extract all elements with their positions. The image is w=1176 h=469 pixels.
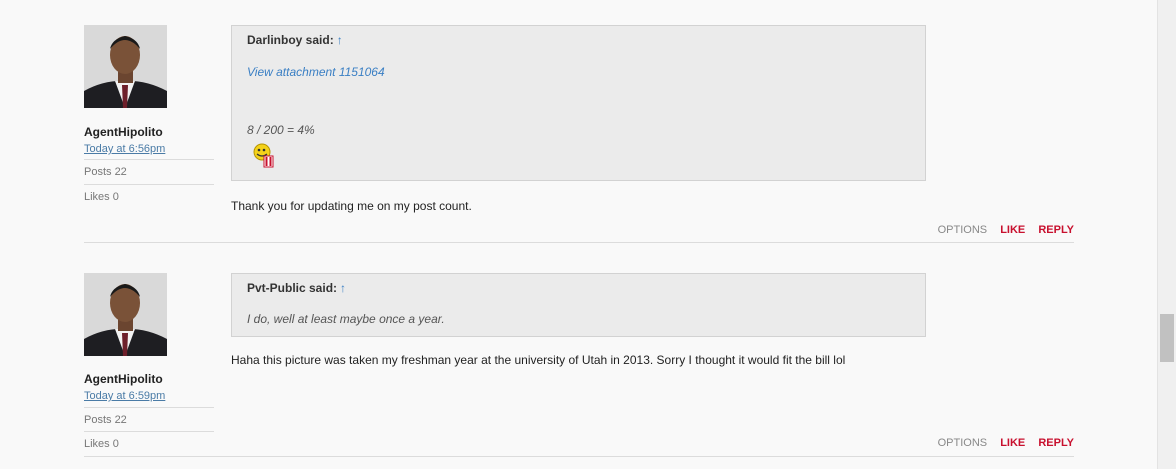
like-button[interactable]: LIKE: [1000, 437, 1025, 449]
popcorn-smiley-icon: [252, 142, 276, 173]
quote-block: Pvt-Public said: ↑ I do, well at least ma…: [231, 273, 926, 337]
post-timestamp[interactable]: Today at 6:59pm: [84, 390, 165, 402]
post-2: AgentHipolito Today at 6:59pm Posts 22 L…: [84, 273, 1074, 463]
quote-text: 8 / 200 = 4%: [247, 123, 315, 137]
vertical-scrollbar[interactable]: [1157, 0, 1176, 469]
jump-to-quote-icon[interactable]: ↑: [340, 281, 346, 295]
post-actions: OPTIONS LIKE REPLY: [928, 224, 1074, 236]
reply-button[interactable]: REPLY: [1038, 437, 1074, 449]
avatar[interactable]: [84, 25, 167, 108]
like-button[interactable]: LIKE: [1000, 224, 1025, 236]
post-message: Haha this picture was taken my freshman …: [231, 353, 846, 367]
post-actions: OPTIONS LIKE REPLY: [928, 437, 1074, 449]
post-timestamp[interactable]: Today at 6:56pm: [84, 143, 165, 155]
post-message: Thank you for updating me on my post cou…: [231, 199, 472, 213]
attachment-link[interactable]: View attachment 1151064: [247, 65, 385, 79]
thread-content: AgentHipolito Today at 6:56pm Posts 22 L…: [0, 0, 1158, 469]
reply-button[interactable]: REPLY: [1038, 224, 1074, 236]
options-button[interactable]: OPTIONS: [938, 224, 988, 236]
quote-author: Pvt-Public said:: [247, 281, 338, 295]
scrollbar-thumb[interactable]: [1160, 314, 1174, 362]
quote-text: I do, well at least maybe once a year.: [247, 312, 445, 326]
username[interactable]: AgentHipolito: [84, 125, 163, 139]
options-button[interactable]: OPTIONS: [938, 437, 988, 449]
avatar[interactable]: [84, 273, 167, 356]
jump-to-quote-icon[interactable]: ↑: [337, 33, 343, 47]
posts-count: Posts 22: [84, 407, 214, 426]
posts-count: Posts 22: [84, 159, 214, 178]
post-divider: [84, 242, 1074, 243]
quote-header: Pvt-Public said: ↑: [247, 281, 346, 295]
likes-count: Likes 0: [84, 184, 214, 203]
post-divider: [84, 456, 1074, 457]
post-1: AgentHipolito Today at 6:56pm Posts 22 L…: [84, 25, 1074, 245]
username[interactable]: AgentHipolito: [84, 372, 163, 386]
quote-header: Darlinboy said: ↑: [247, 33, 343, 47]
quote-author: Darlinboy said:: [247, 33, 334, 47]
quote-block: Darlinboy said: ↑ View attachment 1151064…: [231, 25, 926, 181]
likes-count: Likes 0: [84, 431, 214, 450]
